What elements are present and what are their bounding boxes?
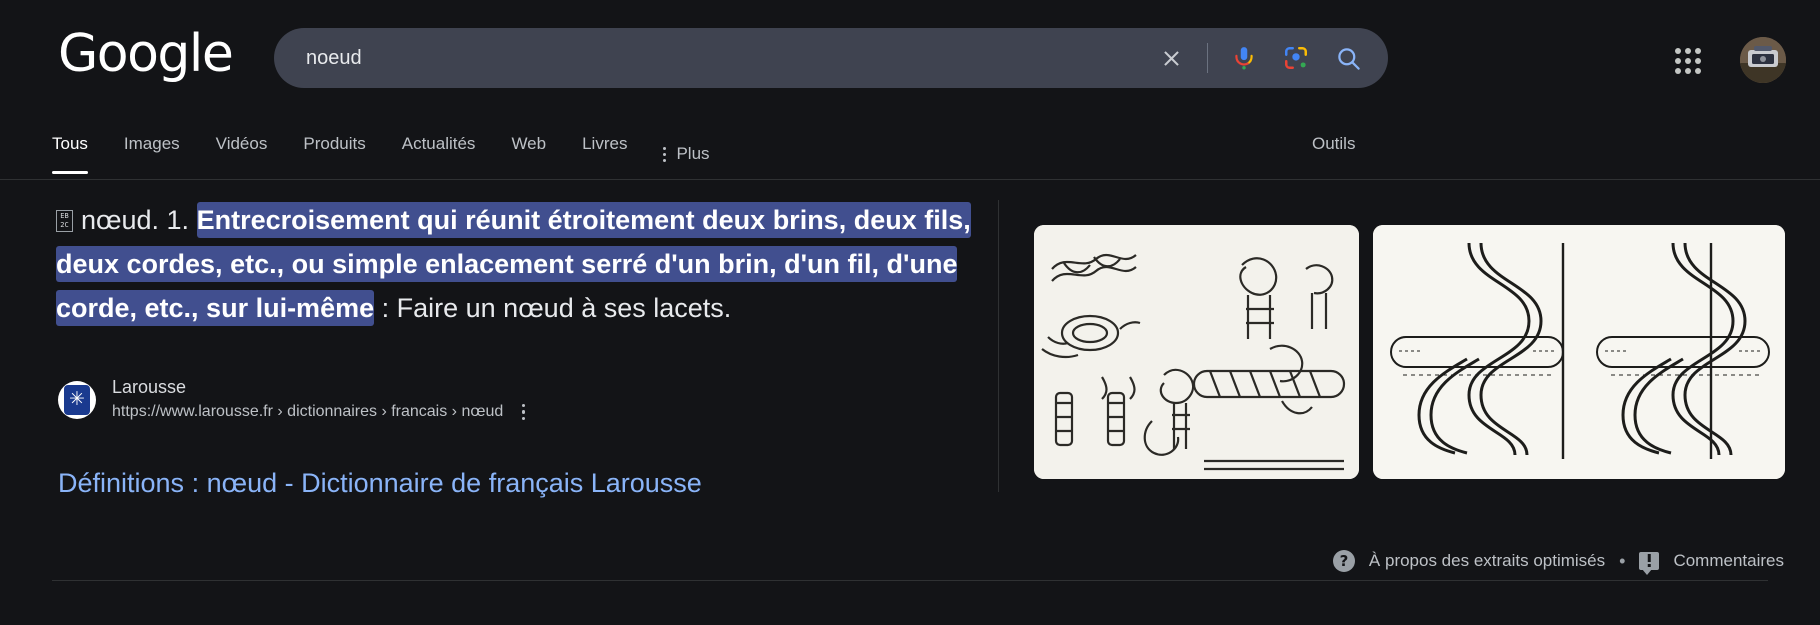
kebab-icon [663,146,667,162]
apps-dot [1695,68,1701,74]
tab-plus-label: Plus [676,144,710,163]
tab-produits[interactable]: Produits [303,128,365,174]
source-meta: Larousse https://www.larousse.fr › dicti… [112,376,526,423]
page-header: Google [0,0,1820,128]
apps-dot [1695,48,1701,54]
source-url-text: https://www.larousse.fr › dictionnaires … [112,403,504,420]
feedback-link[interactable]: Commentaires [1673,551,1784,571]
feedback-icon [1639,552,1660,575]
missing-glyph-icon: EB 2C [56,210,73,232]
main-content: EB 2C nœud. 1. Entrecroisement qui réuni… [0,180,1820,625]
nav-tabs: Tous Images Vidéos Produits Actualités W… [52,128,746,180]
lens-search-button[interactable] [1270,28,1322,88]
avatar-image [1740,37,1786,83]
search-icon [1337,47,1360,70]
knot-diagram-image [1373,225,1785,479]
tab-actualites[interactable]: Actualités [402,128,476,174]
result-source[interactable]: ✳ Larousse https://www.larousse.fr › dic… [58,376,526,423]
voice-search-button[interactable] [1218,28,1270,88]
apps-dot [1685,68,1691,74]
clear-search-button[interactable] [1145,28,1197,88]
tab-plus[interactable]: Plus [663,128,710,174]
snippet-text: EB 2C nœud. 1. Entrecroisement qui réuni… [56,198,996,330]
source-row: ✳ Larousse https://www.larousse.fr › dic… [58,376,526,423]
knot-engraving-image [1034,225,1359,479]
footer-separator: • [1619,550,1626,571]
tab-images[interactable]: Images [124,128,180,174]
apps-dot [1675,48,1681,54]
featured-snippet: EB 2C nœud. 1. Entrecroisement qui réuni… [56,198,996,330]
apps-dot [1675,58,1681,64]
avatar[interactable] [1740,37,1786,83]
content-divider [998,200,999,492]
source-url: https://www.larousse.fr › dictionnaires … [112,401,526,423]
apps-dot [1685,48,1691,54]
help-icon: ? [1332,550,1355,572]
glyph-top: EB [60,212,69,220]
apps-dot [1695,58,1701,64]
google-apps-button[interactable] [1671,44,1705,78]
glyph-bottom: 2C [60,221,69,229]
tab-tous[interactable]: Tous [52,128,88,174]
search-submit-button[interactable] [1322,28,1374,88]
snippet-footer: ? À propos des extraits optimisés • Comm… [1332,550,1784,575]
tab-web[interactable]: Web [511,128,546,174]
google-logo[interactable]: Google [58,28,234,80]
snippet-tail: : Faire un nœud à ses lacets. [381,293,732,323]
close-icon [1163,50,1179,66]
tools-button[interactable]: Outils [1312,134,1355,154]
snippet-image-1[interactable] [1034,225,1359,479]
tab-videos[interactable]: Vidéos [216,128,268,174]
search-bar[interactable] [274,28,1388,88]
microphone-icon [1235,47,1253,70]
tab-livres[interactable]: Livres [582,128,627,174]
result-title-link[interactable]: Définitions : nœud - Dictionnaire de fra… [58,468,702,499]
about-featured-snippets-link[interactable]: À propos des extraits optimisés [1369,551,1605,571]
search-input[interactable] [274,46,1145,70]
google-lens-icon [1285,47,1307,69]
larousse-logo-icon: ✳ [64,384,90,415]
footer-divider [52,580,1768,581]
apps-dot [1685,58,1691,64]
apps-dot [1675,68,1681,74]
snippet-image-2[interactable] [1373,225,1785,479]
snippet-lead: nœud. 1. [81,205,190,235]
result-options-icon[interactable] [521,403,526,421]
snippet-images [1034,225,1785,479]
search-nav: Tous Images Vidéos Produits Actualités W… [0,128,1820,180]
favicon: ✳ [58,380,96,419]
search-divider [1207,43,1208,73]
source-name: Larousse [112,377,187,397]
